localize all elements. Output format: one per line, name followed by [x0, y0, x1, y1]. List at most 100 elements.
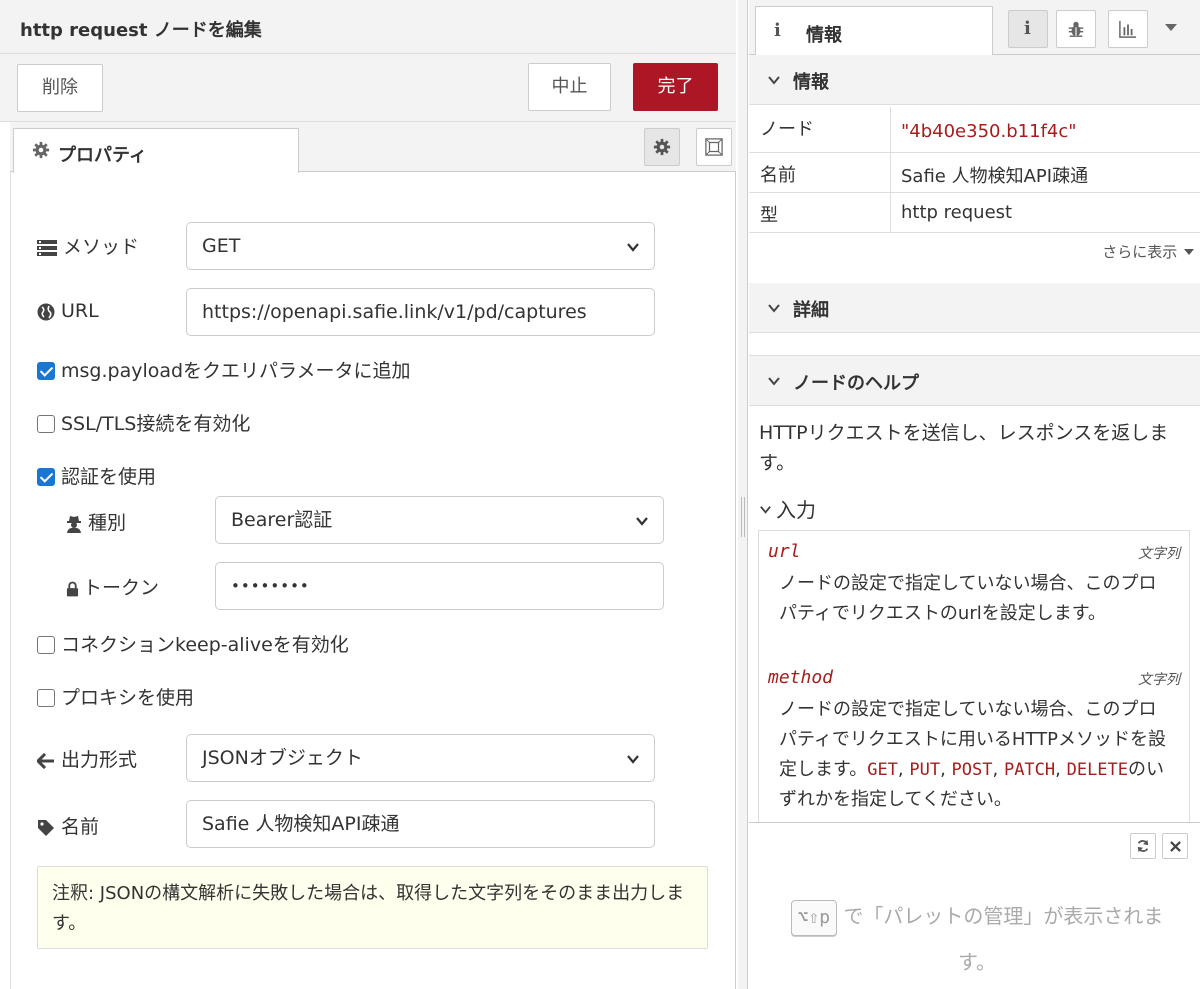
- section-detail-header[interactable]: 詳細: [749, 283, 1200, 333]
- prop-url-name: url: [768, 541, 801, 562]
- cancel-button[interactable]: 中止: [528, 63, 611, 111]
- ssl-option[interactable]: SSL/TLS接続を有効化: [37, 409, 250, 436]
- info-value-node-id[interactable]: "4b40e350.b11f4c": [901, 121, 1077, 142]
- node-appearance-button[interactable]: [696, 128, 732, 166]
- name-input[interactable]: Safie 人物検知API疎通: [186, 800, 655, 848]
- code-delete: DELETE: [1066, 760, 1129, 780]
- chevron-down-icon: [768, 304, 780, 313]
- sidebar-menu-button[interactable]: [1161, 18, 1183, 38]
- prop-url-desc: ノードの設定で指定していない場合、このプロパティでリクエストのurlを設定します…: [779, 573, 1157, 624]
- code-put: PUT: [909, 760, 941, 780]
- shortcut-key: ⌥⇧p: [790, 899, 838, 936]
- show-more-link[interactable]: さらに表示: [1102, 241, 1194, 262]
- node-settings-button[interactable]: [644, 128, 680, 166]
- keepalive-label: コネクションkeep-aliveを有効化: [61, 634, 349, 656]
- method-select[interactable]: GET: [186, 222, 655, 270]
- tab-info[interactable]: i 情報: [755, 6, 993, 56]
- code-patch: PATCH: [1003, 760, 1056, 780]
- auth-label: 認証を使用: [61, 466, 157, 488]
- close-icon: [1170, 841, 1181, 852]
- auth-option[interactable]: 認証を使用: [37, 462, 156, 489]
- show-more-label: さらに表示: [1102, 243, 1178, 261]
- debug-tab-button[interactable]: [1056, 10, 1096, 48]
- bug-icon: [1068, 21, 1084, 37]
- chevron-down-icon: [636, 517, 648, 526]
- tab-properties[interactable]: プロパティ: [13, 128, 299, 173]
- name-label: 名前: [37, 812, 99, 839]
- editor-header: http request ノードを編集: [0, 0, 736, 54]
- auth-type-label-text: 種別: [88, 512, 127, 534]
- help-properties: url 文字列 ノードの設定で指定していない場合、このプロパティでリクエストのu…: [758, 530, 1190, 822]
- section-info-header[interactable]: 情報: [749, 55, 1200, 105]
- auth-type-select-value: Bearer認証: [231, 509, 333, 531]
- url-input[interactable]: https://openapi.safie.link/v1/pd/capture…: [186, 288, 655, 336]
- tab-info-label: 情報: [806, 25, 842, 46]
- payload-query-option[interactable]: msg.payloadをクエリパラメータに追加: [37, 356, 411, 383]
- detail-body: [749, 334, 1200, 356]
- output-select[interactable]: JSONオブジェクト: [186, 734, 655, 782]
- token-input[interactable]: ••••••••: [215, 562, 664, 610]
- info-row-node: ノード "4b40e350.b11f4c": [749, 107, 1200, 153]
- node-editor-panel: http request ノードを編集 削除 中止 完了 プロパティ メソッド …: [0, 0, 736, 989]
- info-value: Safie 人物検知API疎通: [901, 166, 1089, 187]
- keepalive-checkbox[interactable]: [37, 636, 55, 654]
- editor-toolbar: [0, 54, 736, 122]
- delete-button[interactable]: 削除: [17, 64, 103, 112]
- auth-type-label: 種別: [66, 508, 126, 535]
- palette-hint: ⌥⇧p で「パレットの管理」が表示されます。: [777, 893, 1177, 985]
- frame-icon: [705, 138, 723, 156]
- tab-properties-label: プロパティ: [58, 145, 147, 166]
- keepalive-option[interactable]: コネクションkeep-aliveを有効化: [37, 630, 349, 657]
- method-label-text: メソッド: [63, 236, 140, 258]
- done-button[interactable]: 完了: [633, 63, 718, 111]
- section-help-header[interactable]: ノードのヘルプ: [749, 356, 1200, 406]
- prop-method-desc: ノードの設定で指定していない場合、このプロパティでリクエストに用いるHTTPメソ…: [779, 699, 1166, 810]
- proxy-option[interactable]: プロキシを使用: [37, 683, 194, 710]
- help-intro: HTTPリクエストを送信し、レスポンスを返します。: [759, 422, 1169, 474]
- globe-icon: [37, 303, 55, 320]
- caret-down-icon: [1184, 249, 1194, 255]
- chevron-down-icon: [760, 506, 771, 514]
- info-value: http request: [901, 202, 1013, 223]
- token-label-text: トークン: [83, 577, 160, 599]
- panel-splitter[interactable]: [738, 0, 748, 989]
- refresh-button[interactable]: [1130, 833, 1156, 859]
- auth-checkbox[interactable]: [37, 468, 55, 486]
- code-post: POST: [951, 760, 993, 780]
- section-detail-title: 詳細: [793, 300, 829, 321]
- chevron-down-icon: [768, 76, 780, 85]
- prop-method-name: method: [768, 667, 834, 688]
- output-label: 出力形式: [37, 745, 137, 772]
- info-key: 型: [760, 205, 778, 226]
- proxy-label: プロキシを使用: [61, 687, 195, 709]
- close-button[interactable]: [1162, 833, 1188, 859]
- output-select-value: JSONオブジェクト: [202, 747, 363, 769]
- info-key: 名前: [760, 165, 796, 186]
- payload-query-label: msg.payloadをクエリパラメータに追加: [61, 360, 411, 382]
- payload-query-checkbox[interactable]: [37, 362, 55, 380]
- url-label: URL: [37, 300, 99, 322]
- tag-icon: [38, 819, 54, 836]
- dashboard-tab-button[interactable]: [1108, 10, 1148, 48]
- ssl-label: SSL/TLS接続を有効化: [61, 413, 251, 435]
- info-key: ノード: [760, 119, 814, 140]
- method-label: メソッド: [37, 232, 139, 259]
- info-sidebar: i 情報 i 情報 ノード "4b40e350.b11f4c" 名前 Safie…: [749, 0, 1200, 989]
- user-secret-icon: [67, 515, 81, 533]
- info-icon: i: [1024, 18, 1031, 39]
- info-tab-button[interactable]: i: [1008, 10, 1048, 48]
- auth-type-select[interactable]: Bearer認証: [215, 496, 664, 544]
- lock-icon: [66, 581, 79, 596]
- chevron-down-icon: [768, 377, 780, 386]
- gear-icon: [32, 141, 50, 159]
- caret-down-icon: [1165, 24, 1177, 31]
- token-label: トークン: [66, 573, 159, 600]
- sidebar-tab-bar: i 情報 i: [749, 0, 1200, 56]
- ssl-checkbox[interactable]: [37, 415, 55, 433]
- proxy-checkbox[interactable]: [37, 689, 55, 707]
- list-icon: [37, 239, 57, 256]
- splitter-grip[interactable]: [741, 497, 745, 537]
- editor-title: http request ノードを編集: [20, 20, 262, 41]
- prop-method-type: 文字列: [1138, 672, 1180, 688]
- bar-chart-icon: [1119, 20, 1137, 38]
